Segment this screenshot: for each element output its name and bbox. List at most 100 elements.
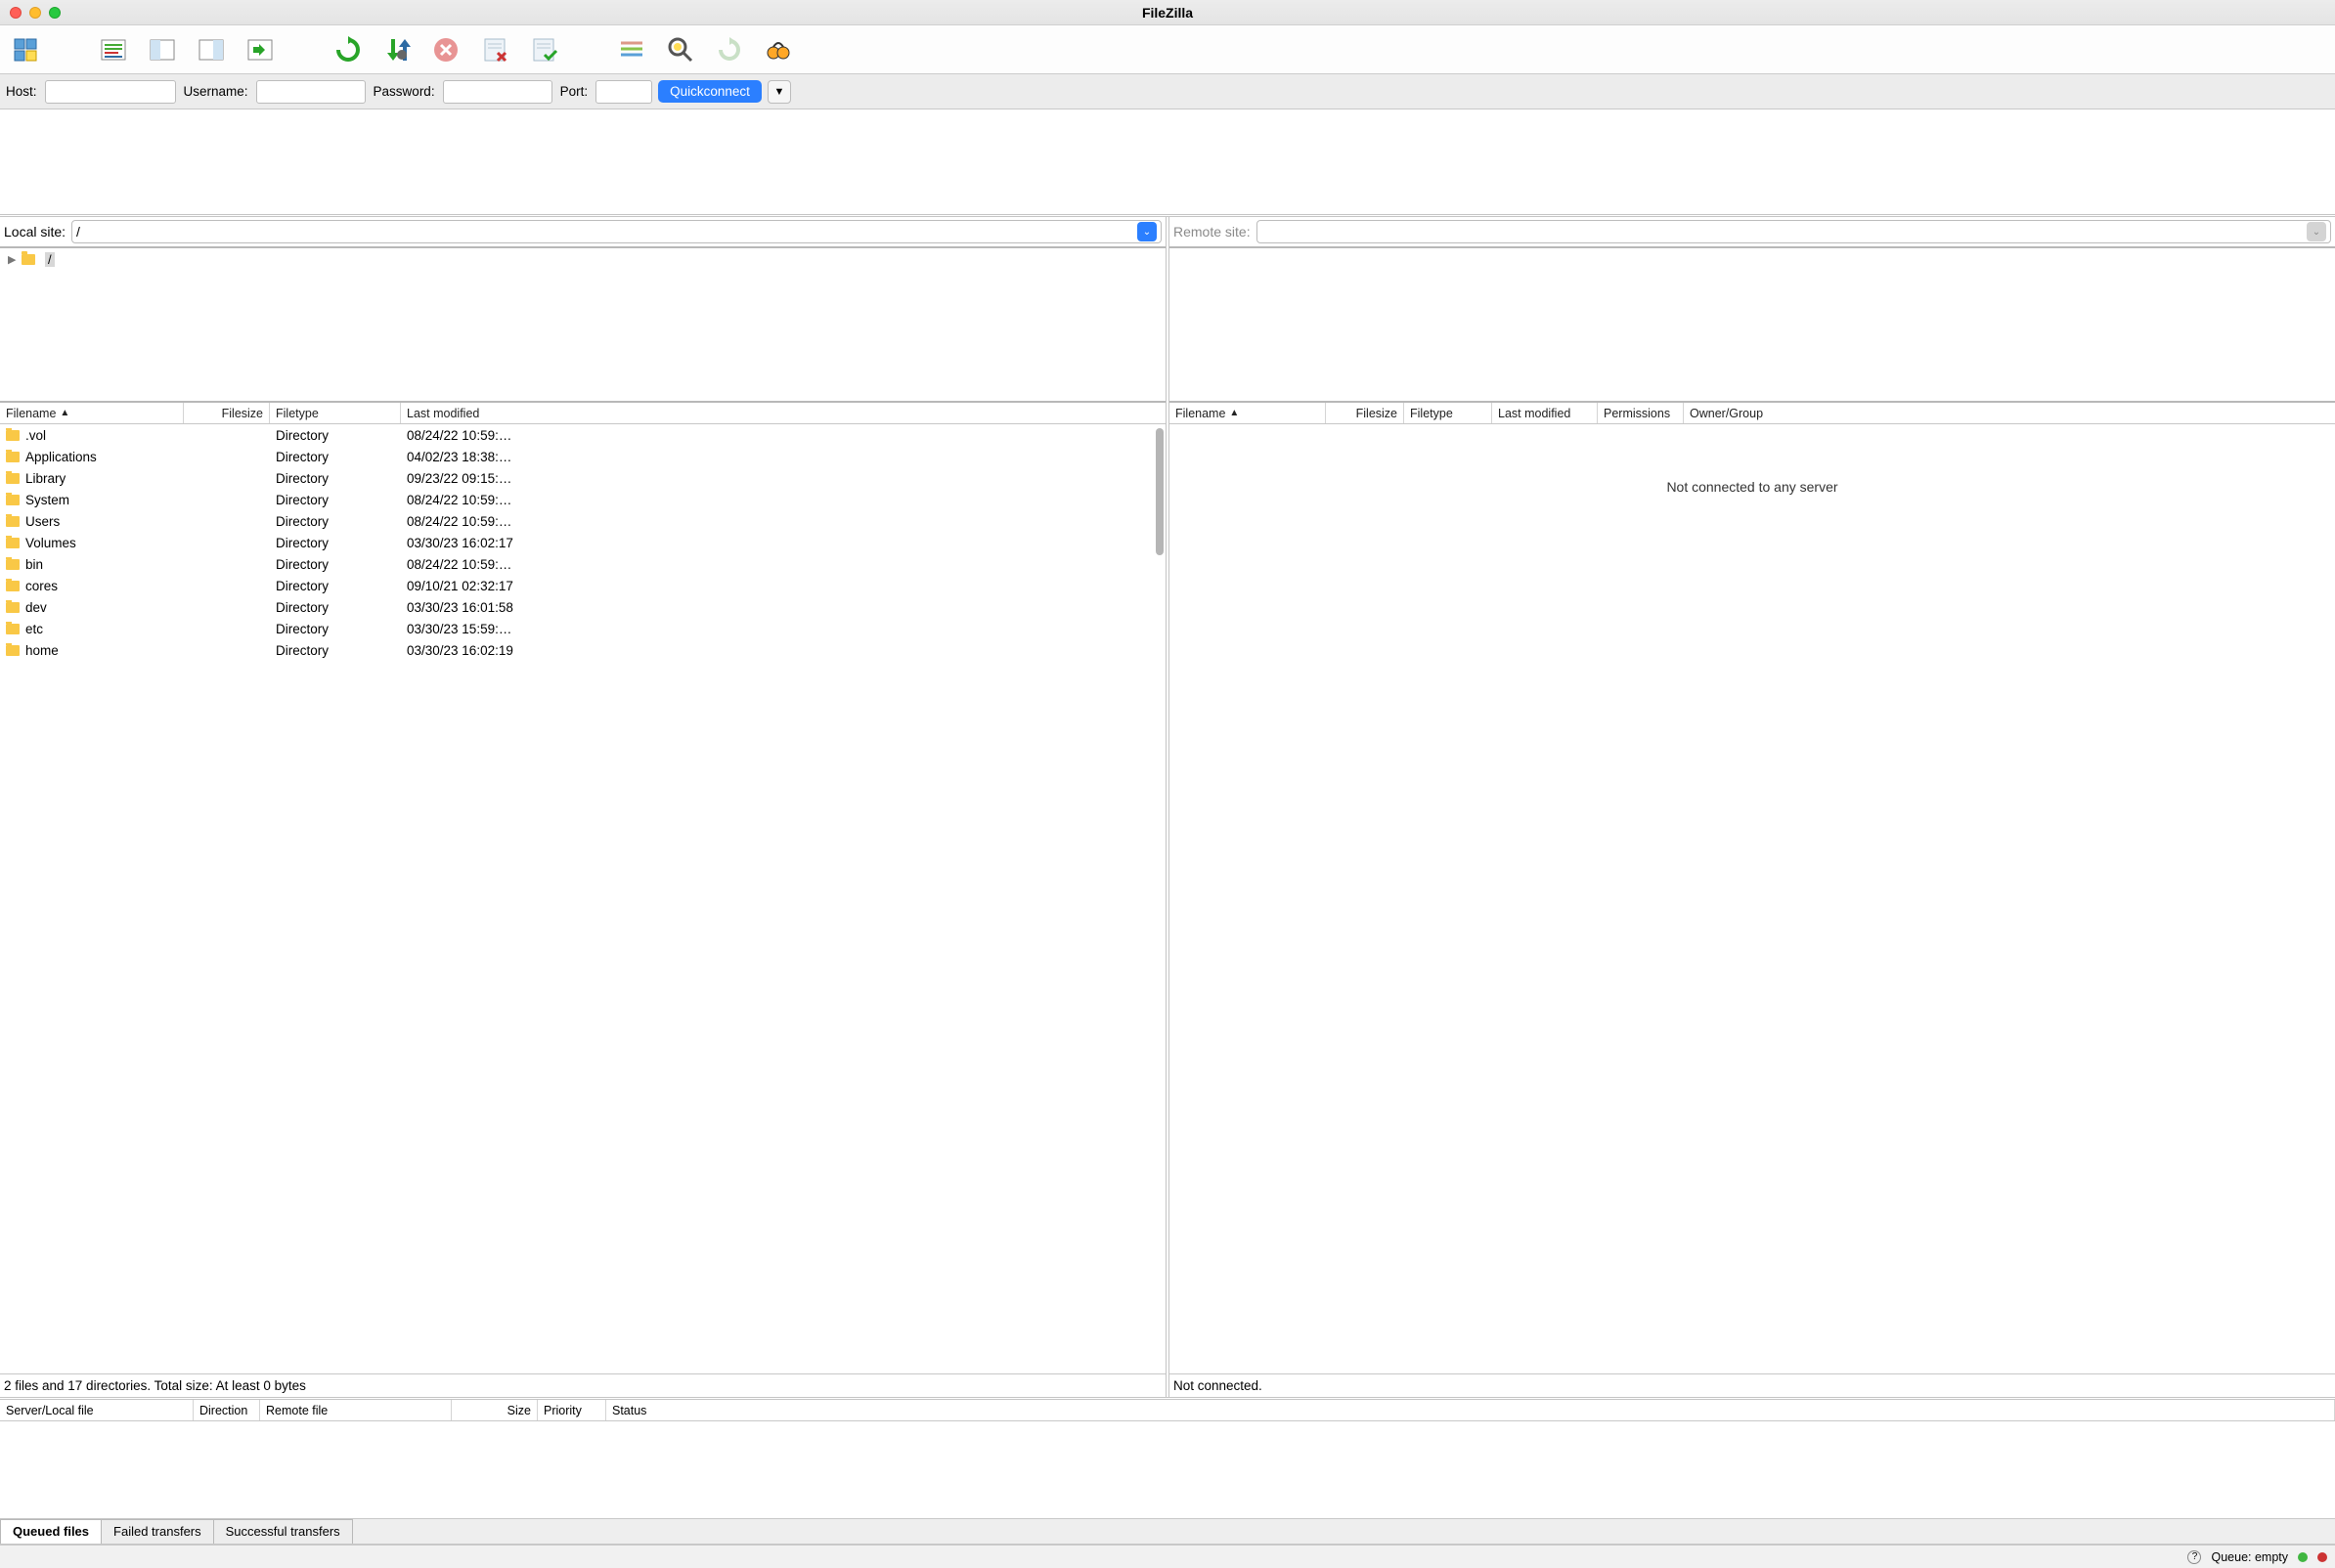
quickconnect-button[interactable]: Quickconnect bbox=[658, 80, 762, 103]
process-queue-icon bbox=[382, 35, 412, 65]
folder-icon bbox=[6, 430, 20, 441]
file-name: Volumes bbox=[25, 536, 76, 550]
reconnect-icon bbox=[529, 35, 558, 65]
local-columns-header: Filename▲ Filesize Filetype Last modifie… bbox=[0, 403, 1166, 424]
file-type: Directory bbox=[270, 536, 401, 550]
transfer-queue: Server/Local file Direction Remote file … bbox=[0, 1400, 2335, 1545]
quickconnect-history-dropdown[interactable]: ▼ bbox=[768, 80, 791, 104]
toggle-local-tree-icon bbox=[148, 35, 177, 65]
refresh-icon bbox=[333, 35, 363, 65]
remote-site-label: Remote site: bbox=[1173, 224, 1251, 240]
file-row[interactable]: LibraryDirectory09/23/22 09:15:… bbox=[0, 467, 1166, 489]
message-log[interactable] bbox=[0, 109, 2335, 217]
directory-listing-filter-button[interactable] bbox=[610, 30, 653, 69]
file-row[interactable]: ApplicationsDirectory04/02/23 18:38:… bbox=[0, 446, 1166, 467]
tab-queued-files[interactable]: Queued files bbox=[0, 1519, 102, 1544]
file-name: cores bbox=[25, 579, 58, 593]
file-row[interactable]: VolumesDirectory03/30/23 16:02:17 bbox=[0, 532, 1166, 553]
remote-empty-message: Not connected to any server bbox=[1169, 424, 2335, 495]
help-icon[interactable]: ? bbox=[2187, 1550, 2201, 1564]
file-modified: 08/24/22 10:59:… bbox=[401, 514, 1166, 529]
queue-status-text: Queue: empty bbox=[2211, 1550, 2288, 1564]
remote-pane: Remote site: ⌄ Filename▲ Filesize Filety… bbox=[1169, 217, 2335, 1397]
remote-file-list: Filename▲ Filesize Filetype Last modifie… bbox=[1169, 403, 2335, 1397]
disconnect-button[interactable] bbox=[473, 30, 516, 69]
column-size[interactable]: Size bbox=[452, 1400, 538, 1420]
local-file-rows[interactable]: .volDirectory08/24/22 10:59:…Application… bbox=[0, 424, 1166, 1373]
cancel-operation-button[interactable] bbox=[424, 30, 467, 69]
file-name: home bbox=[25, 643, 59, 658]
local-site-combo[interactable]: / ⌄ bbox=[71, 220, 1162, 243]
file-row[interactable]: cores Directory09/10/21 02:32:17 bbox=[0, 575, 1166, 596]
column-filename[interactable]: Filename▲ bbox=[0, 403, 184, 423]
file-name: Users bbox=[25, 514, 60, 529]
file-row[interactable]: devDirectory03/30/23 16:01:58 bbox=[0, 596, 1166, 618]
remote-site-combo[interactable]: ⌄ bbox=[1256, 220, 2331, 243]
file-type: Directory bbox=[270, 493, 401, 507]
main-toolbar bbox=[0, 25, 2335, 74]
column-status[interactable]: Status bbox=[606, 1400, 2335, 1420]
tree-node-root[interactable]: ▶ / bbox=[8, 252, 1158, 267]
column-server-file[interactable]: Server/Local file bbox=[0, 1400, 194, 1420]
username-label: Username: bbox=[182, 84, 250, 99]
column-last-modified[interactable]: Last modified bbox=[1492, 403, 1598, 423]
file-modified: 08/24/22 10:59:… bbox=[401, 493, 1166, 507]
disclosure-triangle-icon[interactable]: ▶ bbox=[8, 253, 18, 266]
remote-directory-tree[interactable] bbox=[1169, 248, 2335, 403]
file-search-button[interactable] bbox=[757, 30, 800, 69]
file-modified: 09/10/21 02:32:17 bbox=[401, 579, 1166, 593]
column-owner-group[interactable]: Owner/Group bbox=[1684, 403, 2335, 423]
file-modified: 09/23/22 09:15:… bbox=[401, 471, 1166, 486]
queue-body[interactable] bbox=[0, 1421, 2335, 1518]
column-last-modified[interactable]: Last modified bbox=[401, 403, 1166, 423]
column-filesize[interactable]: Filesize bbox=[184, 403, 270, 423]
sort-ascending-icon: ▲ bbox=[1229, 408, 1239, 418]
local-directory-tree[interactable]: ▶ / bbox=[0, 248, 1166, 403]
file-row[interactable]: etcDirectory03/30/23 15:59:… bbox=[0, 618, 1166, 639]
toggle-message-log-button[interactable] bbox=[92, 30, 135, 69]
file-type: Directory bbox=[270, 579, 401, 593]
file-row[interactable]: SystemDirectory08/24/22 10:59:… bbox=[0, 489, 1166, 510]
file-row[interactable]: .volDirectory08/24/22 10:59:… bbox=[0, 424, 1166, 446]
remote-file-rows[interactable]: Not connected to any server bbox=[1169, 424, 2335, 1373]
column-permissions[interactable]: Permissions bbox=[1598, 403, 1684, 423]
column-priority[interactable]: Priority bbox=[538, 1400, 606, 1420]
toggle-log-icon bbox=[99, 35, 128, 65]
site-manager-button[interactable] bbox=[4, 30, 47, 69]
file-name: dev bbox=[25, 600, 47, 615]
username-input[interactable] bbox=[256, 80, 366, 104]
file-row[interactable]: UsersDirectory08/24/22 10:59:… bbox=[0, 510, 1166, 532]
column-filetype[interactable]: Filetype bbox=[1404, 403, 1492, 423]
refresh-button[interactable] bbox=[327, 30, 370, 69]
password-input[interactable] bbox=[443, 80, 552, 104]
column-remote-file[interactable]: Remote file bbox=[260, 1400, 452, 1420]
directory-listing-icon bbox=[617, 35, 646, 65]
scrollbar-thumb[interactable] bbox=[1156, 428, 1164, 555]
sort-ascending-icon: ▲ bbox=[60, 408, 69, 418]
toggle-remote-tree-button[interactable] bbox=[190, 30, 233, 69]
toggle-local-tree-button[interactable] bbox=[141, 30, 184, 69]
column-direction[interactable]: Direction bbox=[194, 1400, 260, 1420]
directory-compare-button[interactable] bbox=[659, 30, 702, 69]
host-input[interactable] bbox=[45, 80, 176, 104]
file-name: etc bbox=[25, 622, 43, 636]
column-filesize[interactable]: Filesize bbox=[1326, 403, 1404, 423]
column-filetype[interactable]: Filetype bbox=[270, 403, 401, 423]
queue-tabs: Queued files Failed transfers Successful… bbox=[0, 1518, 2335, 1544]
file-type: Directory bbox=[270, 600, 401, 615]
column-filename[interactable]: Filename▲ bbox=[1169, 403, 1326, 423]
port-input[interactable] bbox=[595, 80, 652, 104]
process-queue-button[interactable] bbox=[375, 30, 419, 69]
tab-successful-transfers[interactable]: Successful transfers bbox=[213, 1519, 353, 1544]
status-indicator-green bbox=[2298, 1552, 2308, 1562]
file-row[interactable]: homeDirectory03/30/23 16:02:19 bbox=[0, 639, 1166, 661]
folder-icon bbox=[6, 645, 20, 656]
file-row[interactable]: binDirectory08/24/22 10:59:… bbox=[0, 553, 1166, 575]
reconnect-button[interactable] bbox=[522, 30, 565, 69]
remote-summary: Not connected. bbox=[1169, 1373, 2335, 1397]
tab-failed-transfers[interactable]: Failed transfers bbox=[101, 1519, 214, 1544]
remote-columns-header: Filename▲ Filesize Filetype Last modifie… bbox=[1169, 403, 2335, 424]
synchronized-browsing-button[interactable] bbox=[708, 30, 751, 69]
toggle-transfer-queue-button[interactable] bbox=[239, 30, 282, 69]
file-type: Directory bbox=[270, 643, 401, 658]
